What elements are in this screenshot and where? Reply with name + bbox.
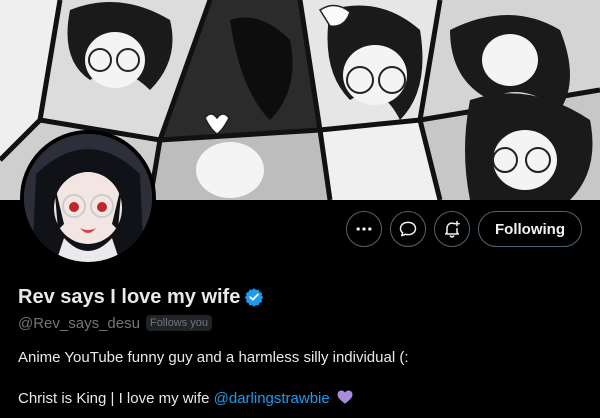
following-button[interactable]: Following <box>478 211 582 247</box>
follows-you-badge: Follows you <box>145 315 213 331</box>
message-button[interactable] <box>390 211 427 247</box>
name-row: Rev says I love my wife <box>18 284 582 310</box>
avatar[interactable] <box>20 130 156 266</box>
bio-line-1: Anime YouTube funny guy and a harmless s… <box>18 349 409 366</box>
message-bubble-icon <box>399 221 417 237</box>
purple-heart-icon <box>337 390 353 404</box>
bio-line-2: Christ is King | I love my wife @darling… <box>18 388 582 409</box>
bell-plus-icon <box>445 220 460 238</box>
bio: Anime YouTube funny guy and a harmless s… <box>18 348 582 409</box>
avatar-image <box>24 134 152 262</box>
more-button[interactable] <box>346 211 383 247</box>
verified-badge-icon[interactable] <box>244 287 264 307</box>
bio-mention-link[interactable]: @darlingstrawbie <box>214 390 330 407</box>
more-horizontal-icon <box>356 227 372 231</box>
notify-button[interactable] <box>434 211 471 247</box>
profile-page: Following Rev says I love my wife @Rev_s… <box>0 0 600 418</box>
handle: @Rev_says_desu <box>18 314 140 332</box>
handle-row: @Rev_says_desu Follows you <box>18 312 582 334</box>
display-name: Rev says I love my wife <box>18 285 241 308</box>
profile-actions: Following <box>346 211 582 247</box>
profile-info: Rev says I love my wife @Rev_says_desu F… <box>18 284 582 409</box>
bio-line-2-text: Christ is King | I love my wife <box>18 390 214 407</box>
